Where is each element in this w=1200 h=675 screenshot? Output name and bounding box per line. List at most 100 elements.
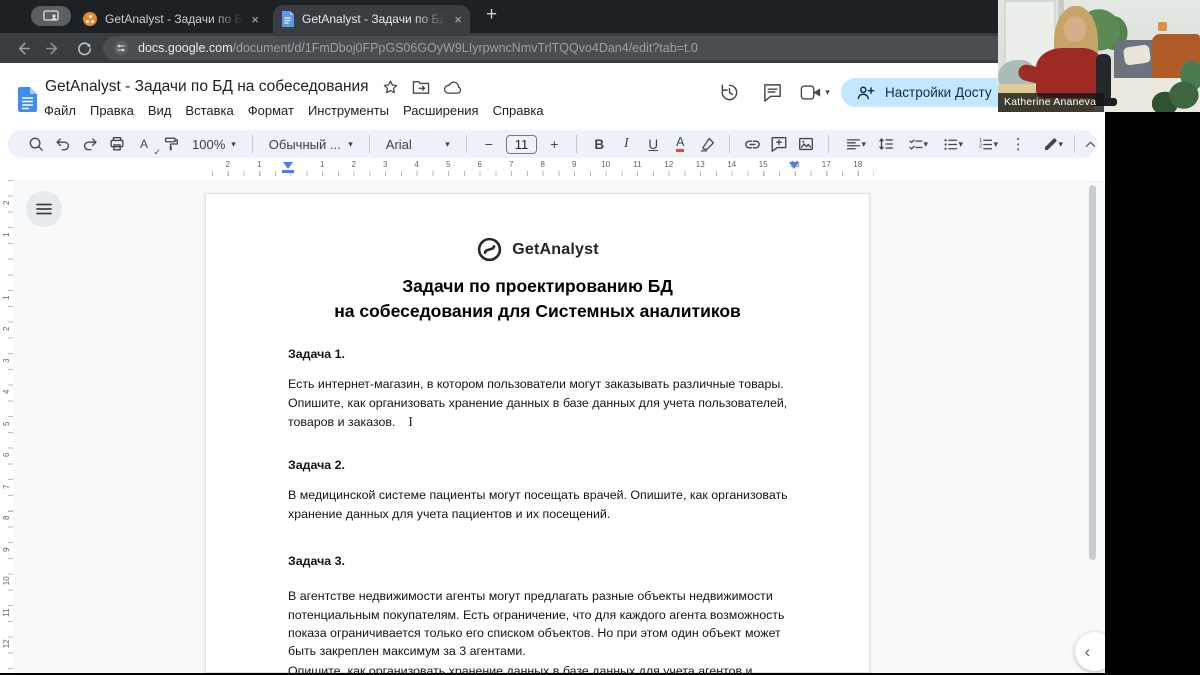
right-indent-marker[interactable] [789, 162, 799, 169]
version-history-button[interactable] [712, 75, 746, 109]
ruler-number: 14 [727, 160, 737, 169]
chevron-down-icon: ▾ [861, 138, 867, 149]
more-options-icon[interactable]: ⋮ [1008, 133, 1028, 155]
browser-tab-2-active[interactable]: GetAnalyst - Задачи по БД н × [273, 5, 470, 33]
close-tab-icon[interactable]: × [454, 13, 462, 26]
menu-item[interactable]: Формат [241, 101, 301, 120]
reload-icon[interactable] [76, 40, 93, 57]
comments-button[interactable] [755, 75, 789, 109]
menu-item[interactable]: Справка [486, 101, 551, 120]
doc-text-line: товаров и заказов. [288, 414, 413, 430]
person-face [1064, 16, 1086, 42]
chevron-down-icon: ▾ [1058, 138, 1064, 149]
doc-text-line: Задачи по проектированию БД [402, 276, 673, 296]
share-button-label: Настройки Досту [885, 84, 992, 100]
vertical-ruler: 2 1 1 2 3 4 5 6 7 8 9 10 11 12 [0, 180, 13, 673]
browser-window: GetAnalyst - Задачи по БД н × GetAnalyst… [0, 0, 1105, 673]
bold-button[interactable]: B [589, 133, 609, 155]
document-title[interactable]: GetAnalyst - Задачи по БД на собеседован… [45, 78, 369, 96]
star-document-icon[interactable] [382, 79, 399, 96]
foreground-plant [1146, 56, 1200, 112]
decrease-font-size-button[interactable]: − [479, 133, 499, 155]
spellcheck-icon[interactable]: A ✓ [134, 133, 161, 157]
first-line-indent-marker[interactable] [282, 170, 294, 173]
insert-link-icon[interactable] [742, 133, 762, 155]
toolbar-divider [251, 135, 253, 153]
forward-icon[interactable] [45, 40, 62, 57]
back-icon[interactable] [14, 40, 31, 57]
document-page[interactable]: GetAnalyst Задачи по проектированию БД на… [205, 193, 870, 673]
document-canvas: 2 1 1 2 3 4 5 6 7 8 9 10 11 12 GetAnalyst Задачи по п… [0, 180, 1105, 673]
chevron-down-icon: ▾ [923, 138, 929, 149]
move-folder-icon[interactable] [412, 79, 430, 95]
screen-share-icon [43, 10, 59, 21]
browser-navbar: docs.google.com/document/d/1FmDboj0FPpGS… [0, 33, 1105, 63]
highlight-color-icon[interactable] [697, 133, 717, 155]
increase-font-size-button[interactable]: + [544, 133, 564, 155]
menu-item[interactable]: Вставка [178, 101, 240, 120]
search-menus-icon[interactable] [26, 133, 46, 155]
join-call-button[interactable]: ▾ [798, 75, 832, 109]
vertical-scrollbar[interactable] [1089, 185, 1096, 560]
checklist-select[interactable]: ▾ [903, 133, 931, 155]
font-select[interactable]: Arial ▾ [382, 137, 454, 152]
underline-button[interactable]: U [643, 133, 663, 155]
people-share-icon [857, 86, 875, 99]
new-tab-button[interactable]: + [486, 4, 497, 26]
ruler-number: 2 [225, 160, 230, 169]
paragraph-style-select[interactable]: Обычный ... ▾ [265, 137, 357, 152]
collapse-panel-button[interactable]: ‹ [1075, 632, 1105, 671]
close-tab-icon[interactable]: × [251, 13, 259, 26]
ruler-number: 12 [664, 160, 674, 169]
menu-item[interactable]: Инструменты [301, 101, 396, 120]
ruler-number: 18 [853, 160, 863, 169]
bulleted-list-select[interactable]: ▾ [938, 133, 966, 155]
horizontal-ruler: 2 1 1 2 3 4 5 6 7 8 9 10 11 12 13 14 15 16 17 18 [0, 158, 1105, 180]
doc-text-line: показа ограничивается только его списком… [288, 626, 781, 640]
italic-button[interactable]: I [616, 133, 636, 155]
left-indent-marker[interactable] [283, 162, 293, 169]
google-docs-icon [18, 87, 37, 112]
align-select[interactable]: ▾ [841, 133, 869, 155]
spellcheck-check: ✓ [153, 147, 161, 157]
toolbar-divider [1074, 135, 1076, 153]
menu-item[interactable]: Правка [83, 101, 141, 120]
add-comment-icon[interactable] [769, 133, 789, 155]
numbered-list-select[interactable]: 12 ▾ [973, 133, 1001, 155]
zoom-select[interactable]: 100% ▾ [188, 137, 240, 152]
ruler-number: 3 [383, 160, 388, 169]
ruler-number: 13 [695, 160, 705, 169]
menu-item[interactable]: Файл [37, 101, 83, 120]
line-spacing-icon[interactable] [876, 133, 896, 155]
undo-icon[interactable] [53, 133, 73, 155]
toolbar-divider [465, 135, 467, 153]
tab-title: GetAnalyst - Задачи по БД н [302, 12, 447, 26]
font-size-input[interactable]: 11 [505, 134, 538, 154]
window-control-pill[interactable] [31, 6, 71, 26]
redo-icon[interactable] [80, 133, 100, 155]
paint-format-icon[interactable] [161, 133, 181, 155]
ruler-number: 10 [601, 160, 611, 169]
menu-item[interactable]: Расширения [396, 101, 486, 120]
insert-image-icon[interactable] [796, 133, 816, 155]
url-bar[interactable]: docs.google.com/document/d/1FmDboj0FPpGS… [103, 36, 1091, 60]
doc-text-line: хранение данных для учета пациентов и их… [288, 507, 611, 521]
chevron-down-icon: ▾ [348, 138, 353, 149]
hide-menus-icon[interactable] [1080, 133, 1100, 155]
print-icon[interactable] [107, 133, 127, 155]
show-outline-button[interactable] [26, 191, 62, 227]
menu-item[interactable]: Вид [141, 101, 179, 120]
chevron-down-icon: ▾ [993, 138, 999, 149]
ruler-number: 17 [821, 160, 831, 169]
doc-text-line: Задача 2. [288, 458, 345, 472]
text-color-button[interactable]: A [670, 133, 690, 155]
cloud-status-icon[interactable] [443, 80, 462, 95]
browser-tab-1[interactable]: GetAnalyst - Задачи по БД н × [75, 5, 267, 33]
ruler-number: 1 [257, 160, 262, 169]
doc-text-line: Опишите, как организовать хранение данны… [288, 664, 753, 673]
doc-text-line: Есть интернет-магазин, в котором пользов… [288, 377, 784, 391]
editing-mode-select[interactable]: ▾ [1035, 133, 1069, 155]
site-info-icon[interactable] [113, 40, 129, 56]
outline-icon [36, 203, 52, 215]
shelf-ornament [1158, 22, 1167, 31]
